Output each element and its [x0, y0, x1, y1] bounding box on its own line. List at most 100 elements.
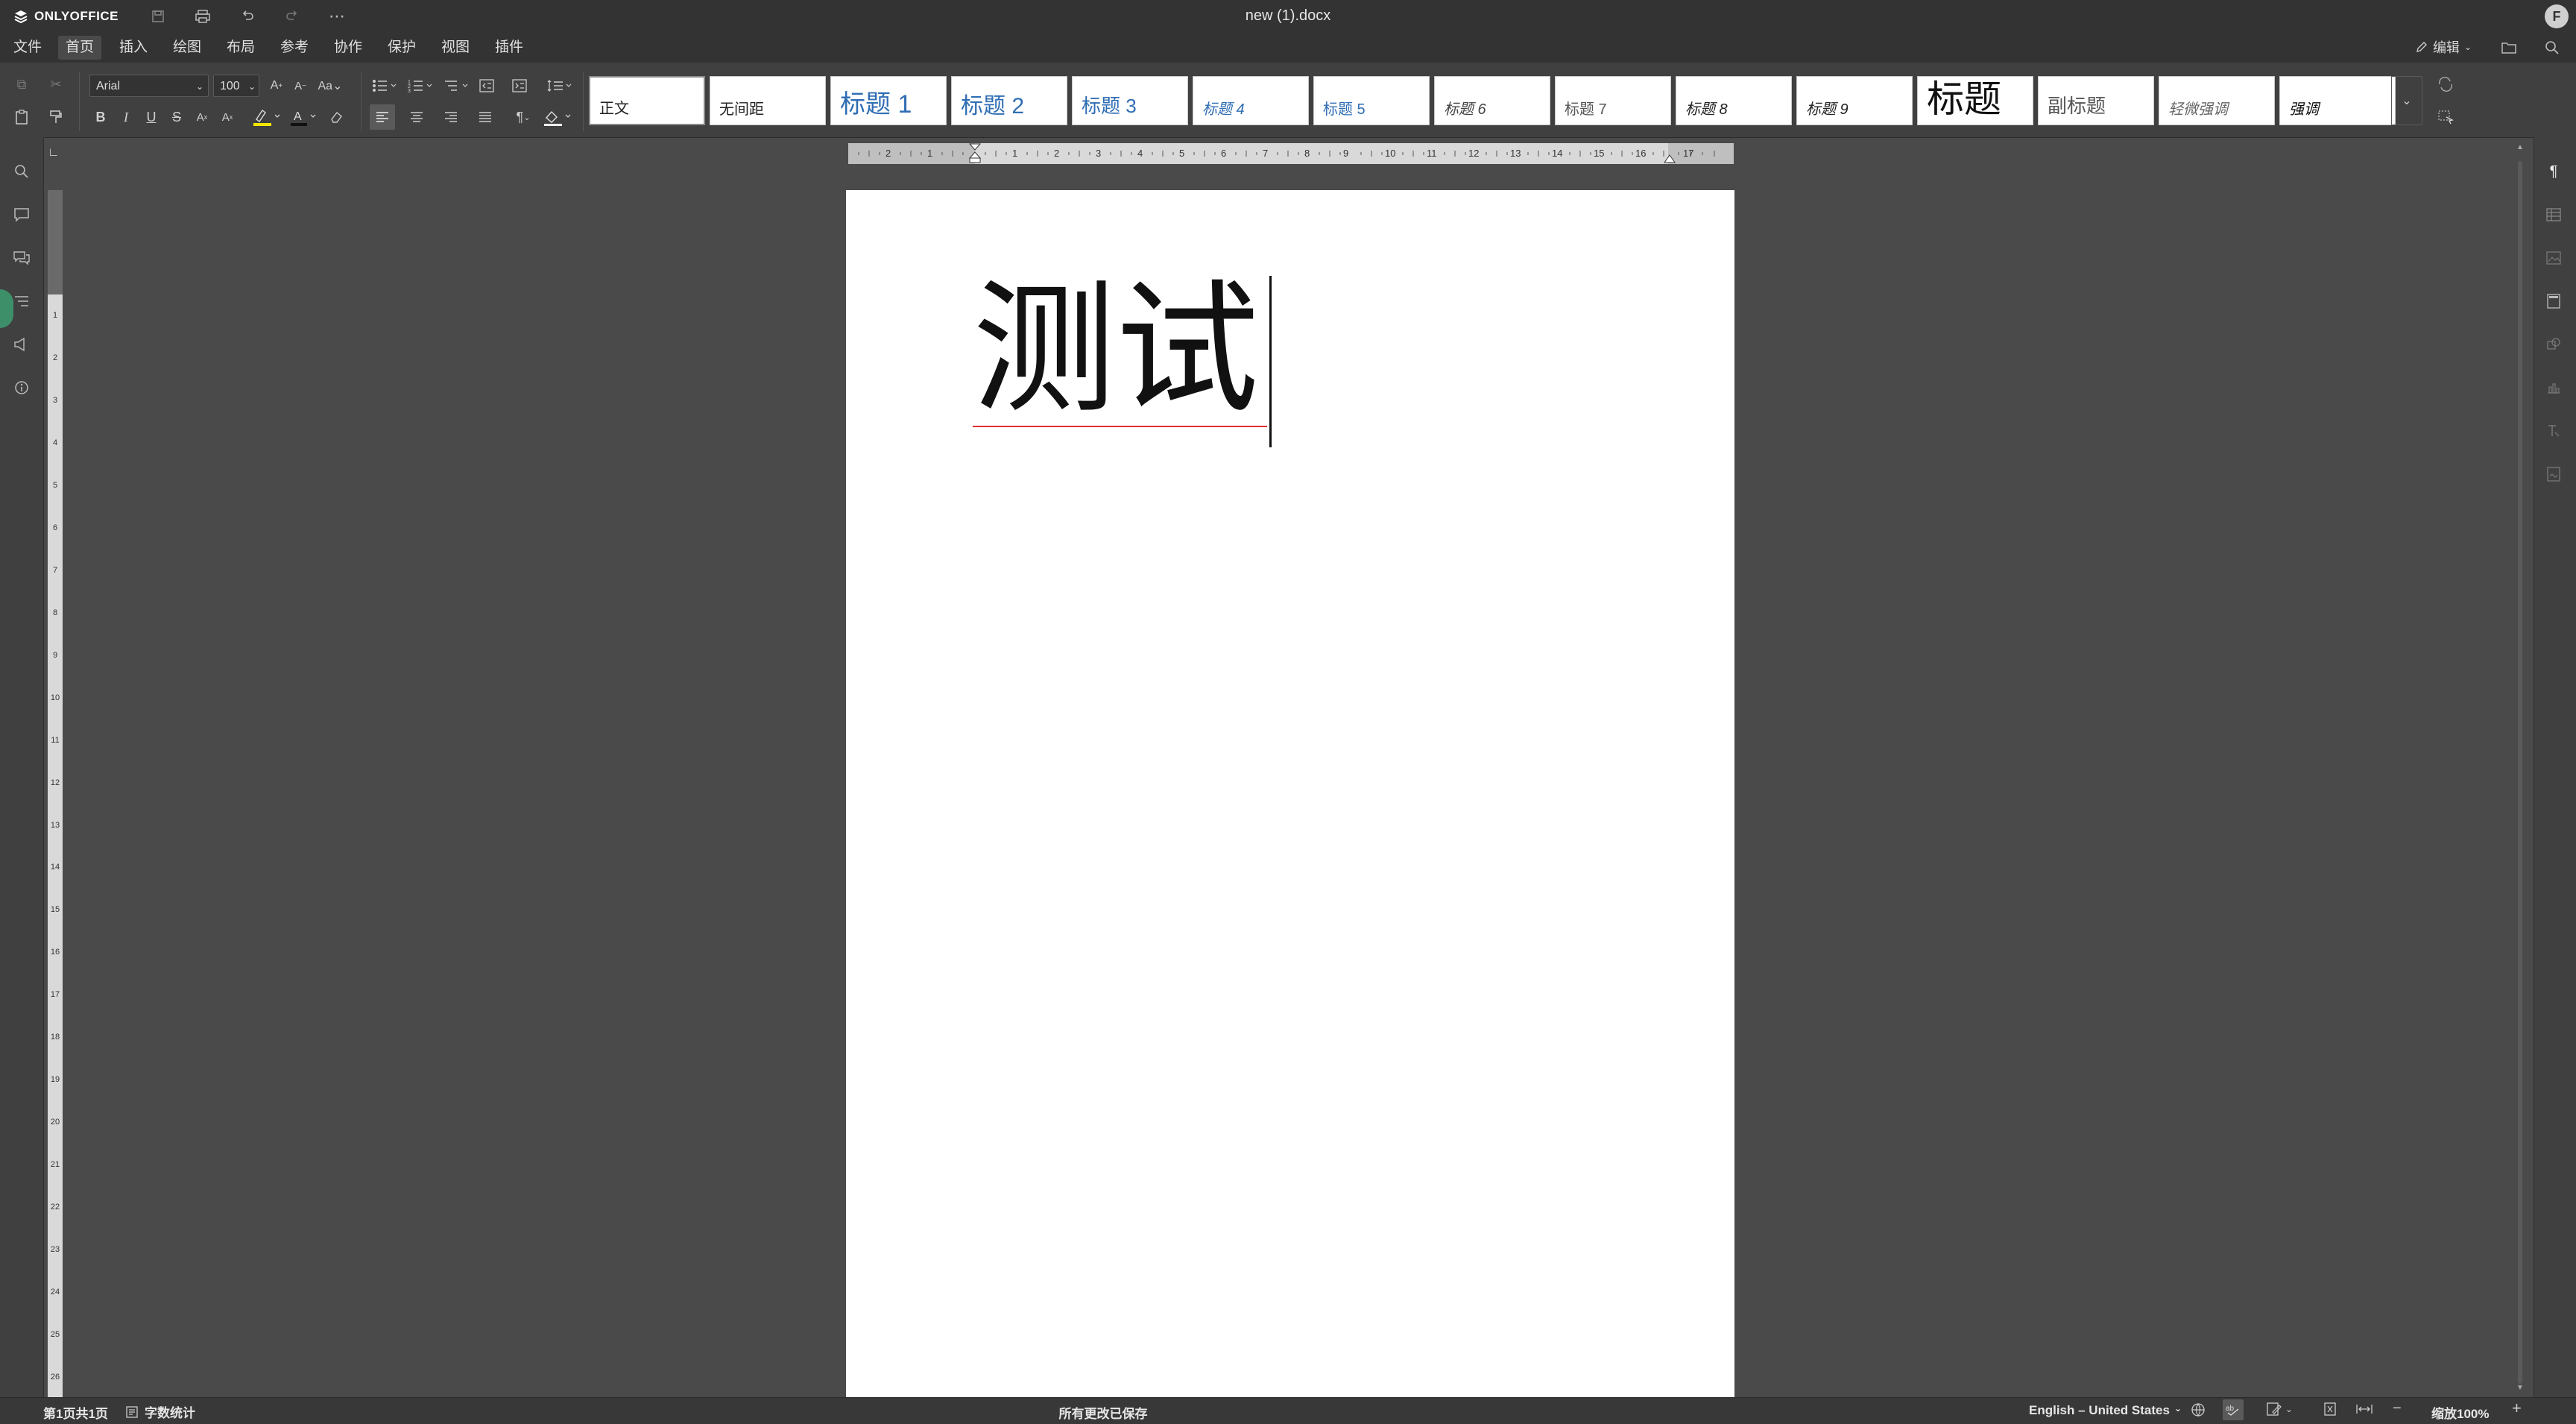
menu-protection[interactable]: 保护: [380, 36, 423, 60]
align-center-icon[interactable]: [404, 104, 429, 130]
menu-view[interactable]: 视图: [434, 36, 477, 60]
justify-icon[interactable]: [473, 104, 498, 130]
font-size-select[interactable]: 100 ⌄: [213, 75, 259, 97]
fit-width-icon[interactable]: [2355, 1402, 2373, 1420]
scroll-down-icon[interactable]: ▼: [2516, 1384, 2524, 1392]
comments-icon[interactable]: [10, 203, 34, 227]
copy-style-icon[interactable]: [2433, 72, 2458, 97]
font-color-icon[interactable]: A: [288, 104, 321, 130]
fit-page-icon[interactable]: [2323, 1402, 2337, 1420]
right-indent-marker[interactable]: [1662, 149, 1677, 164]
align-right-icon[interactable]: [438, 104, 464, 130]
more-icon[interactable]: ⋯: [325, 4, 349, 28]
zoom-level[interactable]: 缩放100%: [2431, 1403, 2489, 1422]
vertical-scrollbar[interactable]: ▲ ▼: [2515, 143, 2525, 1396]
scroll-up-icon[interactable]: ▲: [2516, 143, 2524, 151]
paragraph-settings-icon[interactable]: ¶: [2542, 160, 2566, 183]
menu-layout[interactable]: 布局: [219, 36, 262, 60]
paste-icon[interactable]: [9, 104, 34, 130]
user-avatar[interactable]: F: [2545, 4, 2569, 28]
menu-file[interactable]: 文件: [6, 36, 49, 60]
format-painter-icon[interactable]: [43, 104, 69, 130]
style-emphasis[interactable]: 强调: [2279, 76, 2396, 125]
nonprinting-characters-icon[interactable]: ¶ ⌄: [508, 104, 538, 130]
chat-icon[interactable]: [10, 246, 34, 270]
open-file-location-icon[interactable]: [2498, 37, 2519, 58]
zoom-out-icon[interactable]: −: [2393, 1400, 2402, 1417]
undo-icon[interactable]: [236, 4, 259, 28]
track-changes-icon[interactable]: ⌄: [2266, 1402, 2293, 1417]
menu-collaboration[interactable]: 协作: [326, 36, 370, 60]
shape-settings-icon[interactable]: [2542, 333, 2566, 356]
paragraph-shading-icon[interactable]: [541, 104, 575, 130]
header-footer-icon[interactable]: [2542, 289, 2566, 313]
style-heading-8[interactable]: 标题 8: [1676, 76, 1792, 125]
style-title[interactable]: 标题: [1917, 76, 2033, 125]
document-body-text[interactable]: 测试: [973, 268, 1259, 432]
clear-style-icon[interactable]: [323, 104, 349, 130]
decrease-font-icon[interactable]: A −: [288, 73, 313, 98]
change-case-icon[interactable]: Aa⌄: [313, 73, 347, 98]
style-heading-5[interactable]: 标题 5: [1313, 76, 1430, 125]
feedback-icon[interactable]: [10, 333, 34, 356]
style-heading-7[interactable]: 标题 7: [1555, 76, 1671, 125]
select-all-icon[interactable]: [2433, 104, 2458, 130]
style-subtitle[interactable]: 副标题: [2038, 76, 2154, 125]
bullets-list-icon[interactable]: [370, 73, 402, 98]
navigation-icon[interactable]: [10, 289, 34, 313]
bold-icon[interactable]: B: [88, 104, 113, 130]
search-icon[interactable]: [10, 160, 34, 183]
save-icon[interactable]: [146, 4, 170, 28]
style-heading-1[interactable]: 标题 1: [830, 76, 947, 125]
align-left-icon[interactable]: [370, 104, 395, 130]
style-heading-2[interactable]: 标题 2: [951, 76, 1067, 125]
underline-icon[interactable]: U: [139, 104, 164, 130]
subscript-icon[interactable]: Ax: [215, 104, 240, 130]
search-header-icon[interactable]: [2542, 37, 2563, 58]
zoom-in-icon[interactable]: +: [2512, 1399, 2522, 1418]
edit-mode-dropdown[interactable]: 编辑 ⌄: [2415, 37, 2472, 57]
spellcheck-icon[interactable]: ab: [2223, 1399, 2244, 1420]
copy-icon[interactable]: ⧉: [9, 72, 34, 97]
numbered-list-icon[interactable]: 123: [405, 73, 438, 98]
signature-settings-icon[interactable]: [2542, 462, 2566, 486]
word-count-button[interactable]: 字数统计: [125, 1402, 195, 1421]
menu-plugins[interactable]: 插件: [487, 36, 531, 60]
strikethrough-icon[interactable]: S: [164, 104, 189, 130]
horizontal-ruler[interactable]: 2 1 1 2 3 4 5 6 7 8 9 10 11 12 13 14 15 …: [848, 143, 1734, 164]
menu-home[interactable]: 首页: [58, 36, 102, 60]
chart-settings-icon[interactable]: [2542, 376, 2566, 400]
tab-selector-icon[interactable]: ∟: [48, 146, 63, 161]
info-icon[interactable]: [10, 376, 34, 400]
redo-icon[interactable]: [280, 4, 304, 28]
decrease-indent-icon[interactable]: [474, 73, 499, 98]
style-normal[interactable]: 正文: [589, 76, 705, 125]
style-no-spacing[interactable]: 无间距: [710, 76, 826, 125]
table-settings-icon[interactable]: [2542, 203, 2566, 227]
style-heading-3[interactable]: 标题 3: [1072, 76, 1188, 125]
image-settings-icon[interactable]: [2542, 246, 2566, 270]
language-select[interactable]: English – United States ⌄: [2029, 1403, 2182, 1418]
document-page[interactable]: 测试: [846, 190, 1734, 1398]
vertical-ruler[interactable]: 1 2 3 4 5 6 7 8 9 10 11 12 13 14 15 16 1…: [48, 190, 63, 1398]
menu-references[interactable]: 参考: [273, 36, 316, 60]
line-spacing-icon[interactable]: [544, 73, 577, 98]
doc-language-icon[interactable]: [2190, 1402, 2206, 1422]
first-line-indent-marker[interactable]: [967, 143, 982, 164]
style-heading-6[interactable]: 标题 6: [1434, 76, 1550, 125]
menu-draw[interactable]: 绘图: [165, 36, 209, 60]
italic-icon[interactable]: I: [113, 104, 139, 130]
style-heading-4[interactable]: 标题 4: [1193, 76, 1309, 125]
increase-indent-icon[interactable]: [507, 73, 532, 98]
multilevel-list-icon[interactable]: [441, 73, 474, 98]
style-subtle-emphasis[interactable]: 轻微强调: [2159, 76, 2275, 125]
font-name-select[interactable]: Arial ⌄: [89, 75, 209, 97]
menu-insert[interactable]: 插入: [112, 36, 155, 60]
text-art-settings-icon[interactable]: [2542, 419, 2566, 443]
page-indicator[interactable]: 第1页共1页: [43, 1403, 108, 1422]
cut-icon[interactable]: ✂: [43, 72, 69, 97]
print-icon[interactable]: [191, 4, 215, 28]
scrollbar-thumb[interactable]: [2518, 161, 2522, 1384]
increase-font-icon[interactable]: A +: [264, 73, 289, 98]
style-heading-9[interactable]: 标题 9: [1796, 76, 1913, 125]
